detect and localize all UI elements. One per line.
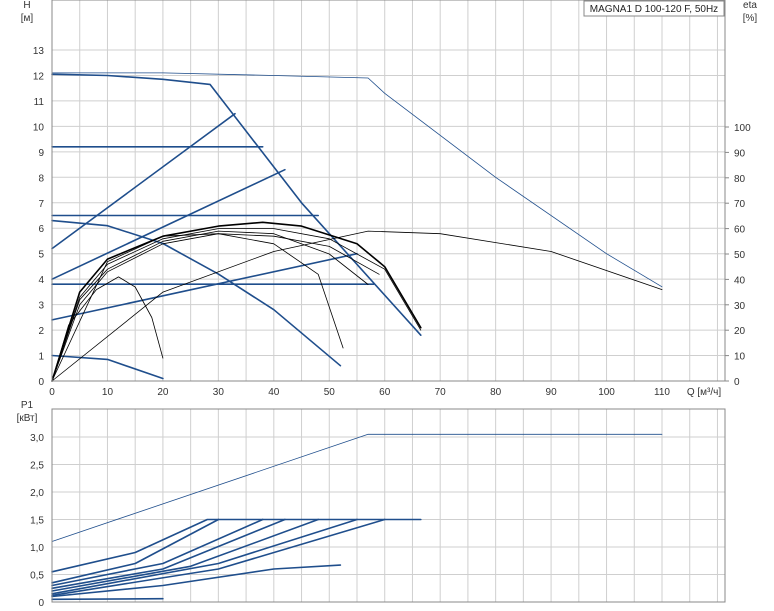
eta-tick-label: 80 bbox=[734, 174, 746, 185]
head-curve bbox=[51, 252, 358, 321]
power-tick-label: 1,5 bbox=[30, 516, 44, 527]
eta-axis-title: eta bbox=[743, 0, 757, 11]
eta-tick-label: 60 bbox=[734, 225, 746, 236]
upper-plot-frame bbox=[51, 0, 726, 382]
flow-tick-label: 80 bbox=[490, 387, 502, 398]
eta-tick-label: 40 bbox=[734, 275, 746, 286]
power-axis-unit: [кВт] bbox=[17, 413, 38, 424]
flow-tick-label: 100 bbox=[598, 387, 615, 398]
power-tick-label: 0 bbox=[38, 598, 44, 609]
eta-tick-label: 70 bbox=[734, 199, 746, 210]
flow-tick-label: 0 bbox=[49, 387, 55, 398]
head-axis-title: H bbox=[23, 0, 30, 11]
eta-tick-label: 30 bbox=[734, 301, 746, 312]
eta-tick-label: 90 bbox=[734, 148, 746, 159]
flow-tick-label: 30 bbox=[213, 387, 225, 398]
flow-tick-label: 110 bbox=[654, 387, 670, 398]
power-tick-label: 2,0 bbox=[30, 488, 44, 499]
flow-axis-title: Q [м³/ч] bbox=[687, 387, 722, 398]
eta-tick-label: 20 bbox=[734, 326, 746, 337]
head-tick-label: 4 bbox=[38, 275, 44, 286]
eta-tick-label: 50 bbox=[734, 250, 746, 261]
head-tick-label: 7 bbox=[38, 199, 44, 210]
head-tick-label: 13 bbox=[33, 46, 45, 57]
head-tick-label: 8 bbox=[38, 173, 44, 184]
model-label: MAGNA1 D 100-120 F, 50Hz bbox=[590, 4, 718, 15]
head-tick-label: 5 bbox=[38, 250, 44, 261]
flow-tick-label: 50 bbox=[324, 387, 336, 398]
head-tick-label: 1 bbox=[38, 352, 44, 363]
head-tick-label: 10 bbox=[33, 122, 45, 133]
tick-labels: 0123456789101112130102030405060708090100… bbox=[30, 46, 751, 609]
flow-tick-label: 10 bbox=[102, 387, 114, 398]
head-tick-label: 0 bbox=[38, 377, 44, 388]
upper-grid bbox=[51, 0, 725, 382]
head-tick-label: 12 bbox=[33, 71, 45, 82]
power-tick-label: 2,5 bbox=[30, 461, 44, 472]
pump-performance-chart: 0123456789101112130102030405060708090100… bbox=[17, 0, 758, 609]
flow-tick-label: 20 bbox=[157, 387, 169, 398]
head-tick-label: 9 bbox=[38, 148, 44, 159]
eta-tick-label: 100 bbox=[734, 123, 751, 134]
model-label-box: MAGNA1 D 100-120 F, 50Hz bbox=[583, 0, 725, 17]
flow-tick-label: 40 bbox=[268, 387, 280, 398]
head-tick-label: 6 bbox=[38, 224, 44, 235]
power-tick-label: 1,0 bbox=[30, 543, 44, 554]
head-axis-unit: [м] bbox=[21, 13, 34, 24]
head-tick-label: 3 bbox=[38, 301, 44, 312]
power-axis-title: P1 bbox=[21, 400, 34, 411]
head-tick-label: 11 bbox=[34, 97, 45, 108]
eta-axis-unit: [%] bbox=[743, 13, 758, 24]
flow-tick-label: 70 bbox=[435, 387, 447, 398]
power-tick-label: 0,5 bbox=[30, 571, 44, 582]
flow-tick-label: 90 bbox=[546, 387, 558, 398]
eta-tick-label: 10 bbox=[734, 352, 746, 363]
head-tick-label: 2 bbox=[38, 326, 44, 337]
flow-tick-label: 60 bbox=[379, 387, 391, 398]
eta-tick-label: 0 bbox=[734, 377, 740, 388]
power-curve bbox=[51, 597, 164, 601]
power-tick-label: 3,0 bbox=[30, 433, 44, 444]
